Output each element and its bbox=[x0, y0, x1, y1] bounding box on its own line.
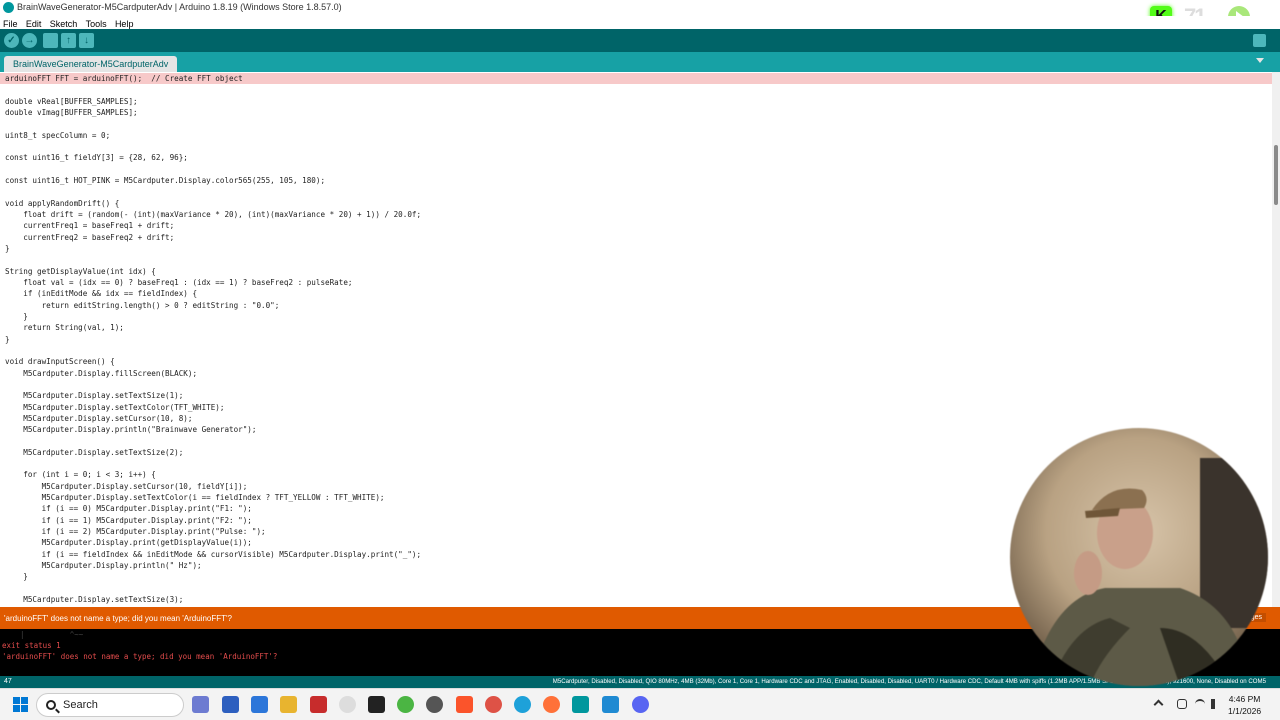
tab-bar: BrainWaveGenerator-M5CardputerAdv bbox=[0, 52, 1280, 72]
wifi-icon[interactable] bbox=[1195, 699, 1205, 709]
firefox-icon[interactable] bbox=[543, 696, 560, 713]
scrollbar-thumb[interactable] bbox=[1274, 145, 1278, 205]
code-line: const uint16_t HOT_PINK = M5Cardputer.Di… bbox=[5, 175, 326, 185]
code-line: M5Cardputer.Display.println("Brainwave G… bbox=[5, 425, 257, 435]
file-explorer-icon[interactable] bbox=[280, 696, 297, 713]
menu-edit[interactable]: Edit bbox=[26, 19, 42, 29]
code-line: currentFreq1 = baseFreq1 + drift; bbox=[5, 221, 175, 231]
tab-sketch[interactable]: BrainWaveGenerator-M5CardputerAdv bbox=[4, 56, 178, 72]
loading-icon[interactable] bbox=[339, 696, 356, 713]
search-icon bbox=[46, 700, 56, 710]
code-line: arduinoFFT FFT = arduinoFFT(); // Create… bbox=[0, 73, 1272, 85]
title-bar: BrainWaveGenerator-M5CardputerAdv | Ardu… bbox=[0, 0, 1280, 29]
code-line: if (inEditMode && idx == fieldIndex) { bbox=[5, 289, 198, 299]
status-bar: 47 M5Cardputer, Disabled, Disabled, QIO … bbox=[0, 676, 1280, 688]
microphone-icon[interactable] bbox=[1177, 699, 1187, 709]
toolbar: ✓ → ↑ ↓ bbox=[0, 29, 1280, 52]
code-line: void applyRandomDrift() { bbox=[5, 198, 120, 208]
arduino-taskbar-icon[interactable] bbox=[572, 696, 589, 713]
brave-icon[interactable] bbox=[456, 696, 473, 713]
remote-desktop-icon[interactable] bbox=[251, 696, 268, 713]
webcam-overlay bbox=[1010, 428, 1268, 686]
clock-date: 1/1/2026 bbox=[1228, 706, 1262, 716]
app-icon[interactable] bbox=[222, 696, 239, 713]
code-line: float val = (idx == 0) ? baseFreq1 : (id… bbox=[5, 277, 353, 287]
windows-start-icon[interactable] bbox=[13, 697, 29, 713]
code-line: double vImag[BUFFER_SAMPLES]; bbox=[5, 107, 138, 117]
taskbar-clock[interactable]: 4:46 PM 1/1/2026 bbox=[1228, 693, 1261, 717]
code-line: M5Cardputer.Display.fillScreen(BLACK); bbox=[5, 368, 198, 378]
line-number: 47 bbox=[4, 678, 12, 685]
window-title: BrainWaveGenerator-M5CardputerAdv | Ardu… bbox=[17, 2, 342, 12]
code-line: M5Cardputer.Display.setTextSize(1); bbox=[5, 391, 184, 401]
news-icon[interactable] bbox=[310, 696, 327, 713]
code-line: M5Cardputer.Display.setTextColor(TFT_WHI… bbox=[5, 402, 225, 412]
serial-monitor-icon[interactable] bbox=[1253, 34, 1266, 47]
code-line: return editString.length() > 0 ? editStr… bbox=[5, 300, 280, 310]
code-line: const uint16_t fieldY[3] = {28, 62, 96}; bbox=[5, 153, 188, 163]
menu-help[interactable]: Help bbox=[115, 19, 134, 29]
arduino-icon bbox=[3, 2, 14, 13]
code-line: double vReal[BUFFER_SAMPLES]; bbox=[5, 96, 138, 106]
edge-icon[interactable] bbox=[514, 696, 531, 713]
code-line: float drift = (random(- (int)(maxVarianc… bbox=[5, 209, 422, 219]
code-line: currentFreq2 = baseFreq2 + drift; bbox=[5, 232, 175, 242]
maps-icon[interactable] bbox=[397, 696, 414, 713]
code-line: String getDisplayValue(int idx) { bbox=[5, 266, 156, 276]
tray-chevron-up-icon[interactable] bbox=[1153, 699, 1164, 710]
menu-tools[interactable]: Tools bbox=[86, 19, 107, 29]
code-line: M5Cardputer.Display.setCursor(10, 8); bbox=[5, 413, 193, 423]
code-line: } bbox=[5, 334, 10, 344]
error-message: 'arduinoFFT' does not name a type; did y… bbox=[4, 614, 233, 623]
open-icon[interactable]: ↑ bbox=[61, 33, 76, 48]
new-icon[interactable] bbox=[43, 33, 58, 48]
upload-icon[interactable]: → bbox=[22, 33, 37, 48]
tab-menu-chevron-icon[interactable] bbox=[1256, 58, 1264, 63]
search-label: Search bbox=[63, 699, 98, 711]
menu-file[interactable]: File bbox=[3, 19, 18, 29]
code-line: return String(val, 1); bbox=[5, 323, 124, 333]
code-line: void drawInputScreen() { bbox=[5, 357, 115, 367]
settings-icon[interactable] bbox=[426, 696, 443, 713]
verify-icon[interactable]: ✓ bbox=[4, 33, 19, 48]
webcam-image bbox=[1010, 428, 1268, 686]
save-icon[interactable]: ↓ bbox=[79, 33, 94, 48]
taskbar: Search 4:46 PM 1/1/2026 bbox=[0, 688, 1280, 720]
chrome-icon[interactable] bbox=[485, 696, 502, 713]
code-line: } bbox=[5, 311, 28, 321]
editor-scrollbar[interactable] bbox=[1272, 72, 1280, 607]
menu-bar: File Edit Sketch Tools Help bbox=[0, 16, 1280, 29]
menu-sketch[interactable]: Sketch bbox=[50, 19, 78, 29]
volume-icon[interactable] bbox=[1211, 699, 1221, 709]
clock-time: 4:46 PM bbox=[1228, 694, 1261, 704]
code-line: uint8_t specColumn = 0; bbox=[5, 130, 111, 140]
taskbar-search[interactable]: Search bbox=[36, 693, 184, 717]
discord-icon[interactable] bbox=[632, 696, 649, 713]
code-line: } bbox=[5, 243, 10, 253]
widgets-icon[interactable] bbox=[192, 696, 209, 713]
vscode-icon[interactable] bbox=[602, 696, 619, 713]
capcut-icon[interactable] bbox=[368, 696, 385, 713]
